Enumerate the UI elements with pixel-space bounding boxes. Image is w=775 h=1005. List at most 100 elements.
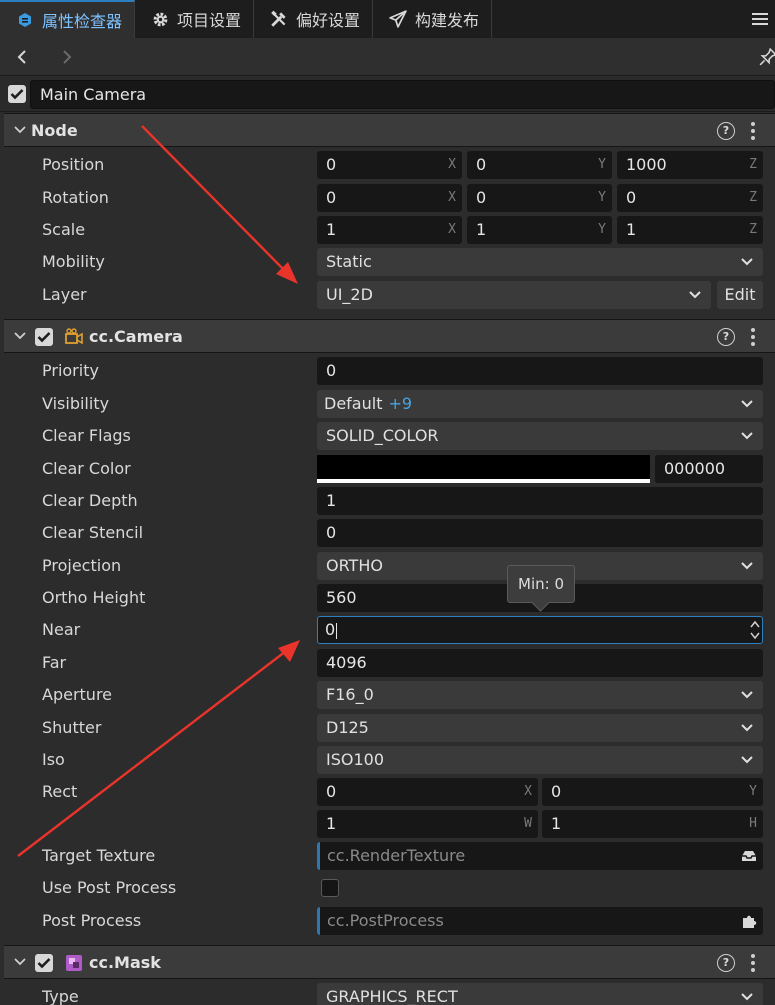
- asset-tray-icon[interactable]: [741, 848, 757, 864]
- layer-label: Layer: [42, 285, 87, 304]
- component-puzzle-icon[interactable]: [741, 913, 757, 929]
- number-stepper-icon[interactable]: [750, 619, 760, 641]
- help-icon[interactable]: ?: [717, 328, 735, 346]
- pin-icon[interactable]: [757, 46, 775, 68]
- chevron-down-icon: [741, 400, 753, 408]
- clear-flags-select[interactable]: SOLID_COLOR: [317, 422, 763, 450]
- annotation-arrow: [141, 125, 298, 284]
- text-caret: [336, 622, 338, 639]
- layer-select[interactable]: UI_2D: [317, 281, 711, 309]
- camera-enabled-checkbox[interactable]: [35, 328, 53, 346]
- post-process-label: Post Process: [42, 911, 142, 930]
- mask-enabled-checkbox[interactable]: [35, 954, 53, 972]
- clear-flags-label: Clear Flags: [42, 426, 131, 445]
- help-icon[interactable]: ?: [717, 954, 735, 972]
- node-active-checkbox[interactable]: [8, 85, 26, 103]
- target-texture-asset-field[interactable]: cc.RenderTexture: [317, 842, 763, 870]
- chevron-down-icon: [741, 993, 753, 1001]
- mobility-select[interactable]: Static: [317, 248, 763, 276]
- mask-type-select[interactable]: GRAPHICS_RECT: [317, 983, 763, 1005]
- tab-label: 属性检查器: [42, 12, 123, 31]
- history-navbar: [0, 38, 775, 76]
- rotation-z-input[interactable]: 0Z: [617, 184, 763, 212]
- section-title: cc.Camera: [89, 327, 183, 346]
- rotation-y-input[interactable]: 0Y: [467, 184, 612, 212]
- use-post-process-checkbox[interactable]: [321, 879, 339, 897]
- rect-x-input[interactable]: 0X: [317, 778, 538, 806]
- forward-icon[interactable]: [56, 46, 78, 68]
- tab-label: 偏好设置: [296, 11, 361, 30]
- chevron-down-icon: [741, 756, 753, 764]
- tab-preferences[interactable]: 偏好设置: [254, 0, 374, 38]
- scale-x-input[interactable]: 1X: [317, 216, 462, 244]
- position-z-input[interactable]: 1000 Z: [617, 151, 763, 179]
- clear-stencil-label: Clear Stencil: [42, 523, 144, 542]
- tab-inspector[interactable]: 属性检查器: [0, 0, 136, 38]
- projection-label: Projection: [42, 556, 122, 575]
- aperture-label: Aperture: [42, 685, 113, 704]
- clear-color-hex-input[interactable]: 000000: [655, 455, 763, 483]
- inspector-icon: [16, 11, 34, 29]
- far-input[interactable]: 4096: [317, 649, 763, 677]
- camera-icon: [65, 328, 83, 345]
- position-x-input[interactable]: 0X: [317, 151, 462, 179]
- chevron-down-icon: [741, 258, 753, 266]
- clear-stencil-input[interactable]: 0: [317, 519, 763, 547]
- mobility-label: Mobility: [42, 252, 105, 271]
- scale-y-input[interactable]: 1Y: [467, 216, 612, 244]
- chevron-down-icon: [689, 291, 701, 299]
- scale-z-input[interactable]: 1Z: [617, 216, 763, 244]
- chevron-down-icon: [741, 562, 753, 570]
- layer-edit-button[interactable]: Edit: [717, 281, 763, 309]
- node-name-row: Main Camera: [0, 77, 775, 112]
- visibility-select[interactable]: Default +9: [317, 390, 763, 418]
- mask-icon: [66, 955, 82, 971]
- panel-menu-icon[interactable]: [745, 0, 775, 38]
- iso-label: Iso: [42, 750, 65, 769]
- rect-y-input[interactable]: 0Y: [542, 778, 763, 806]
- camera-section-header[interactable]: cc.Camera ?: [4, 319, 775, 353]
- aperture-select[interactable]: F16_0: [317, 681, 763, 709]
- position-label: Position: [42, 155, 105, 174]
- priority-input[interactable]: 0: [317, 357, 763, 385]
- near-input[interactable]: 0: [317, 616, 763, 644]
- scale-label: Scale: [42, 220, 86, 239]
- chevron-down-icon: [741, 691, 753, 699]
- more-icon[interactable]: [750, 953, 756, 973]
- section-title: Node: [31, 121, 78, 140]
- node-name-input[interactable]: Main Camera: [30, 80, 775, 109]
- tab-project-settings[interactable]: 项目设置: [135, 0, 255, 38]
- mask-type-label: Type: [42, 987, 79, 1005]
- back-icon[interactable]: [11, 46, 33, 68]
- rotation-x-input[interactable]: 0X: [317, 184, 462, 212]
- clear-depth-label: Clear Depth: [42, 491, 138, 510]
- chevron-down-icon: [741, 432, 753, 440]
- help-icon[interactable]: ?: [717, 122, 735, 140]
- more-icon[interactable]: [750, 327, 756, 347]
- priority-label: Priority: [42, 361, 99, 380]
- tab-label: 项目设置: [177, 11, 242, 30]
- chevron-down-icon: [14, 332, 26, 340]
- rotation-label: Rotation: [42, 188, 109, 207]
- chevron-down-icon: [14, 126, 26, 134]
- more-icon[interactable]: [750, 121, 756, 141]
- post-process-asset-field[interactable]: cc.PostProcess: [317, 907, 763, 935]
- rect-h-input[interactable]: 1H: [542, 810, 763, 838]
- send-icon: [389, 10, 407, 28]
- panel-tabbar: 属性检查器 项目设置 偏好设置 构建发布: [0, 0, 775, 38]
- iso-select[interactable]: ISO100: [317, 746, 763, 774]
- position-y-input[interactable]: 0Y: [467, 151, 612, 179]
- mask-section-header[interactable]: cc.Mask ?: [4, 945, 775, 979]
- rect-w-input[interactable]: 1W: [317, 810, 538, 838]
- clear-color-label: Clear Color: [42, 459, 131, 478]
- tab-build[interactable]: 构建发布: [373, 0, 493, 38]
- ortho-height-label: Ortho Height: [42, 588, 146, 607]
- gear-icon: [151, 10, 169, 28]
- node-section-header[interactable]: Node ?: [4, 113, 775, 147]
- tools-icon: [270, 10, 288, 28]
- shutter-select[interactable]: D125: [317, 714, 763, 742]
- far-label: Far: [42, 653, 67, 672]
- clear-depth-input[interactable]: 1: [317, 487, 763, 515]
- visibility-label: Visibility: [42, 394, 110, 413]
- clear-color-swatch[interactable]: [317, 455, 650, 483]
